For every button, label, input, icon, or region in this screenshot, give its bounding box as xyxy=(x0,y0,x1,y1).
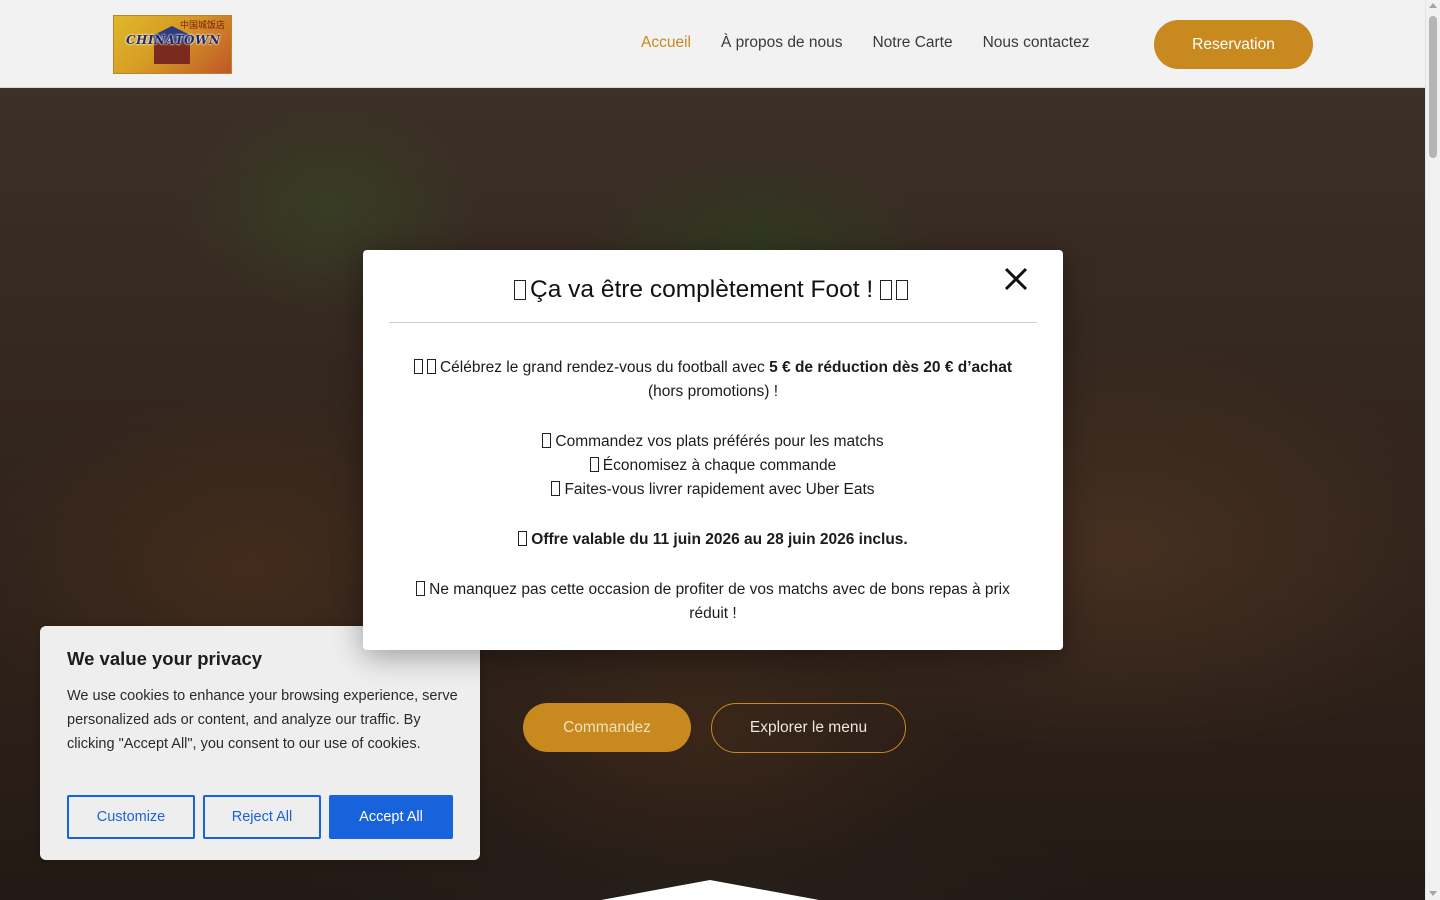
page-scrollbar[interactable] xyxy=(1425,0,1440,900)
cookie-title: We value your privacy xyxy=(67,648,263,669)
commandez-button[interactable]: Commandez xyxy=(523,703,691,752)
nav-item-a-propos[interactable]: À propos de nous xyxy=(721,34,843,52)
cookie-text: We use cookies to enhance your browsing … xyxy=(67,688,458,752)
site-logo[interactable]: 中国城饭店 CHINATOWN xyxy=(113,15,232,74)
cookie-customize-button[interactable]: Customize xyxy=(67,795,195,839)
close-icon[interactable] xyxy=(1003,266,1029,292)
modal-bullet-text: Faites-vous livrer rapidement avec Uber … xyxy=(564,481,875,498)
hero-divider-shape xyxy=(590,880,830,900)
scroll-down-arrow-icon[interactable] xyxy=(1429,891,1437,896)
modal-intro-text: Célébrez le grand rendez-vous du footbal… xyxy=(439,359,770,376)
modal-divider xyxy=(389,322,1037,323)
emoji-placeholder-icon xyxy=(416,581,426,596)
modal-bullet: Faites-vous livrer rapidement avec Uber … xyxy=(403,478,1023,502)
modal-bullet-text: Économisez à chaque commande xyxy=(602,457,837,474)
scroll-up-arrow-icon[interactable] xyxy=(1429,3,1437,8)
main-nav: Accueil À propos de nous Notre Carte Nou… xyxy=(641,34,1089,52)
modal-intro: Célébrez le grand rendez-vous du footbal… xyxy=(403,356,1023,404)
nav-item-contact[interactable]: Nous contactez xyxy=(983,34,1090,52)
modal-validity-text: Offre valable du 11 juin 2026 au 28 juin… xyxy=(531,531,908,548)
modal-intro-highlight: 5 € de réduction dès 20 € d’achat xyxy=(769,359,1013,376)
promo-modal: Ça va être complètement Foot ! Célébrez … xyxy=(363,250,1063,650)
modal-intro-suffix: (hors promotions) ! xyxy=(647,383,779,400)
cookie-reject-button[interactable]: Reject All xyxy=(203,795,321,839)
modal-bullet: Économisez à chaque commande xyxy=(403,454,1023,478)
cookie-accept-button[interactable]: Accept All xyxy=(329,795,453,839)
scrollbar-thumb[interactable] xyxy=(1429,16,1437,158)
modal-validity: Offre valable du 11 juin 2026 au 28 juin… xyxy=(403,528,1023,552)
emoji-placeholder-icon xyxy=(514,280,527,300)
explorer-menu-button[interactable]: Explorer le menu xyxy=(711,703,906,753)
emoji-placeholder-icon xyxy=(413,359,423,374)
nav-item-notre-carte[interactable]: Notre Carte xyxy=(872,34,952,52)
emoji-placeholder-icon xyxy=(426,359,436,374)
cookie-actions: Customize Reject All Accept All xyxy=(67,795,453,839)
modal-closing: Ne manquez pas cette occasion de profite… xyxy=(403,578,1023,626)
modal-title-text: Ça va être complètement Foot ! xyxy=(530,276,874,303)
cookie-consent-banner: We value your privacy We use cookies to … xyxy=(40,626,480,860)
emoji-placeholder-icon xyxy=(895,280,908,300)
modal-body: Célébrez le grand rendez-vous du footbal… xyxy=(403,356,1023,626)
emoji-placeholder-icon xyxy=(589,457,599,472)
emoji-placeholder-icon xyxy=(551,481,561,496)
reservation-button[interactable]: Reservation xyxy=(1154,20,1313,69)
emoji-placeholder-icon xyxy=(518,531,528,546)
modal-title: Ça va être complètement Foot ! xyxy=(363,276,1063,304)
site-header: 中国城饭店 CHINATOWN Accueil À propos de nous… xyxy=(0,0,1425,88)
emoji-placeholder-icon xyxy=(879,280,892,300)
logo-text: CHINATOWN xyxy=(126,33,221,47)
modal-closing-text: Ne manquez pas cette occasion de profite… xyxy=(429,581,1010,622)
nav-item-accueil[interactable]: Accueil xyxy=(641,34,691,52)
modal-bullet: Commandez vos plats préférés pour les ma… xyxy=(403,430,1023,454)
logo-chinese-text: 中国城饭店 xyxy=(179,21,225,31)
modal-bullet-text: Commandez vos plats préférés pour les ma… xyxy=(555,433,884,450)
emoji-placeholder-icon xyxy=(542,433,552,448)
